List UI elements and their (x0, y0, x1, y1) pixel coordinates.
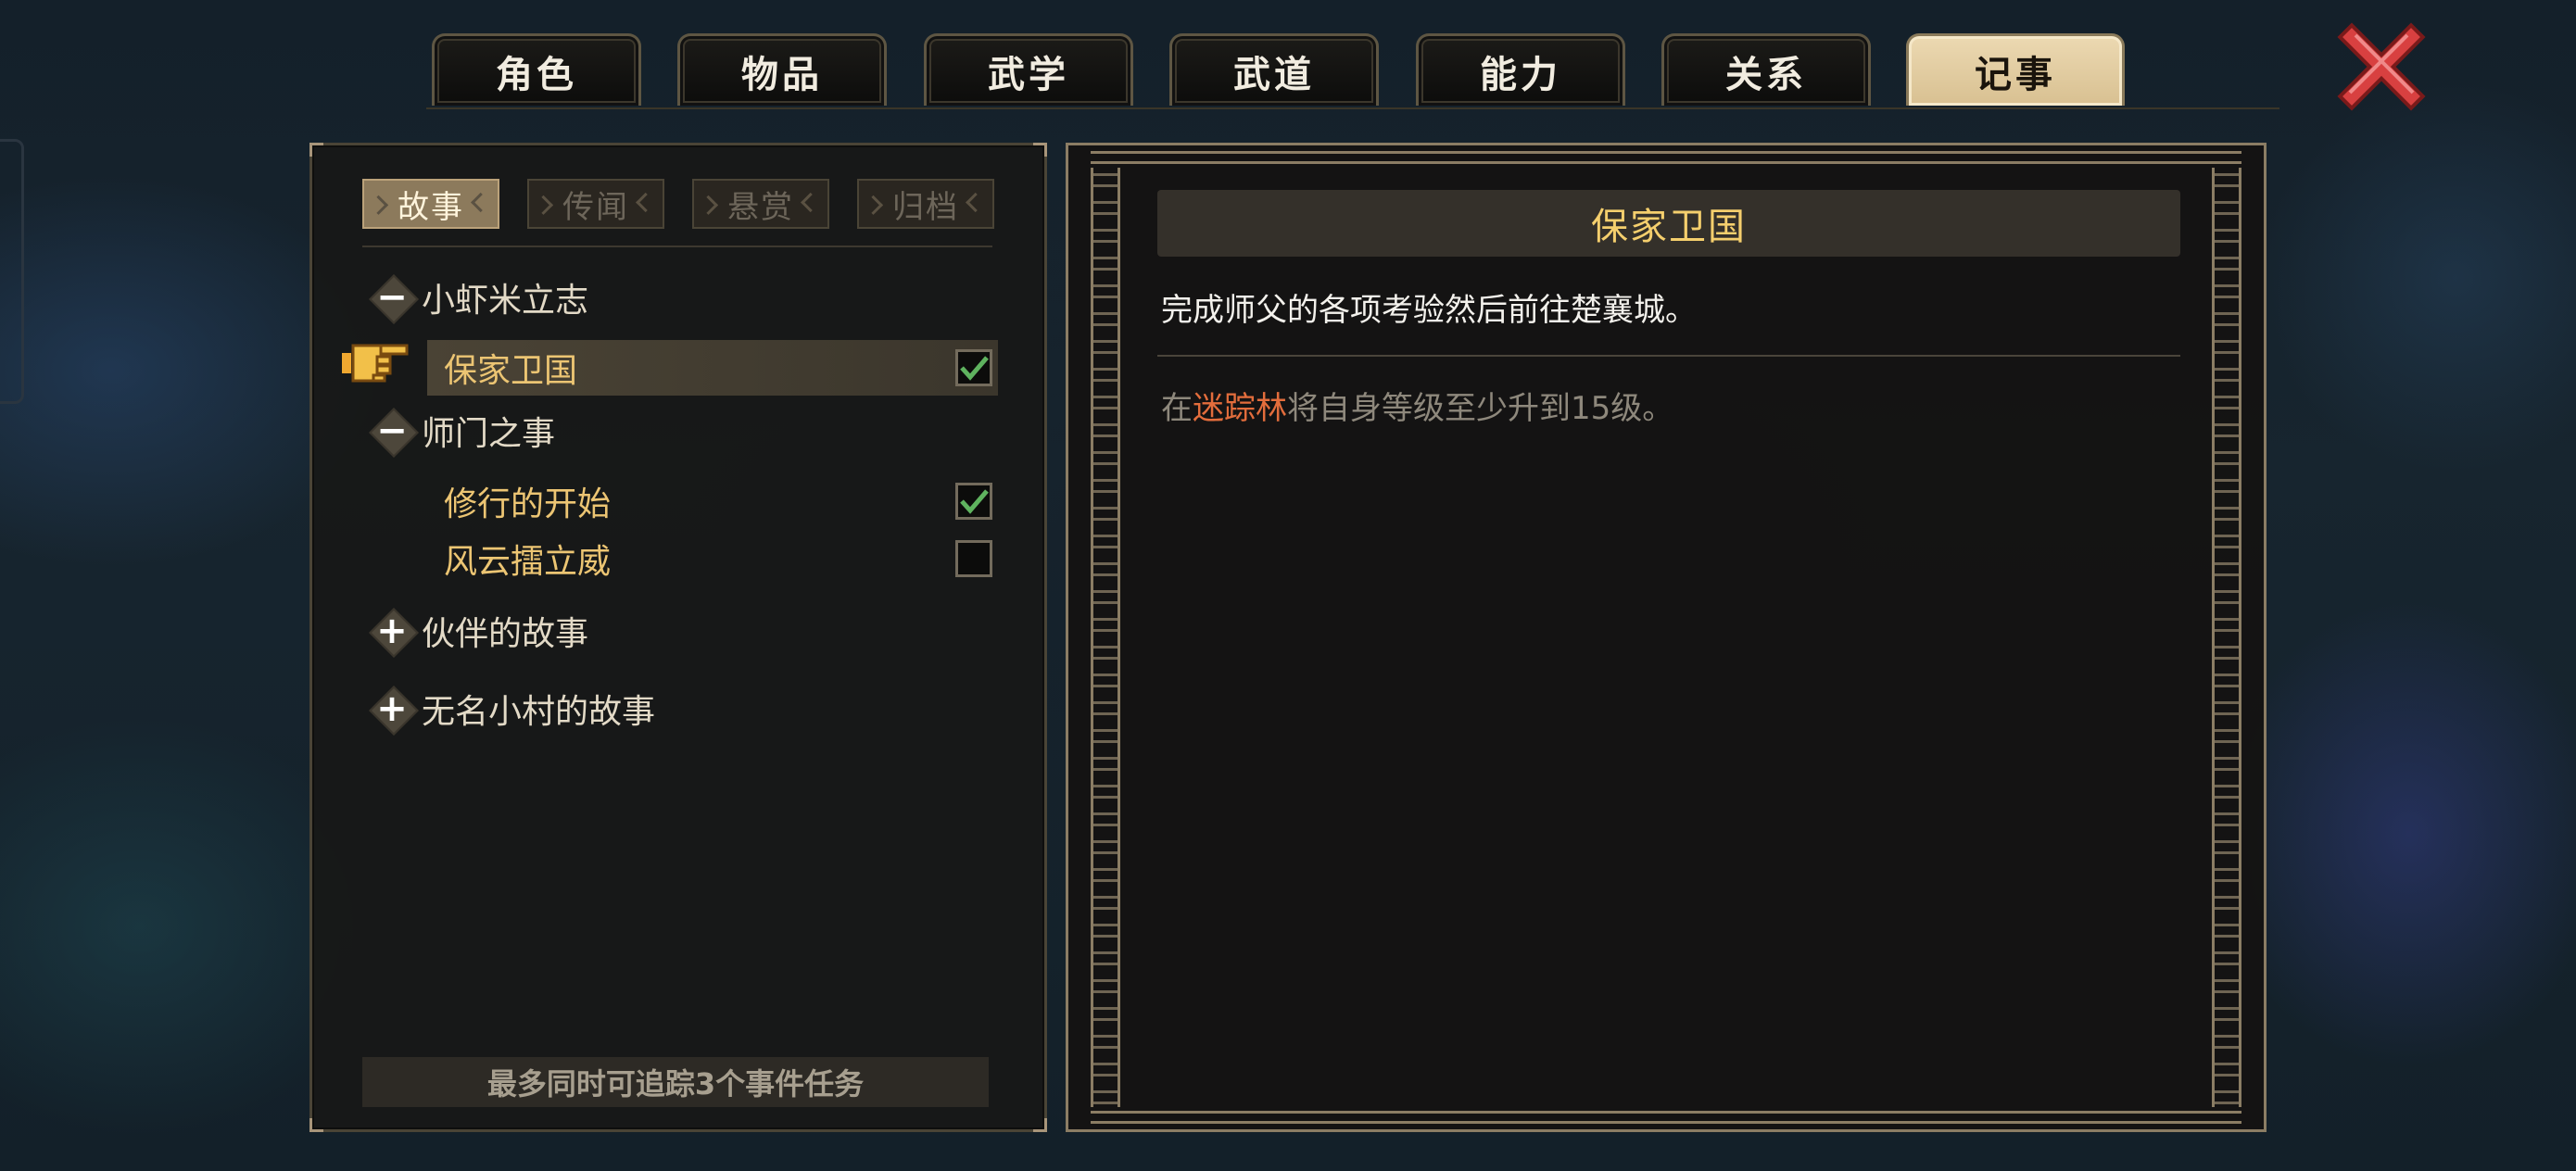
track-checkbox[interactable] (955, 349, 992, 386)
collapse-icon[interactable]: − (368, 273, 416, 321)
quest-group-label: 小虾米立志 (422, 282, 589, 320)
pointing-hand-icon (342, 344, 409, 383)
objective-suffix: 将自身等级至少升到15级。 (1287, 390, 1674, 427)
tab-abilities[interactable]: 能力 (1416, 33, 1625, 106)
track-checkbox[interactable] (955, 540, 992, 577)
panel-corner (309, 1118, 323, 1132)
quest-title: 保家卫国 (1157, 190, 2180, 257)
close-x-icon (2337, 22, 2426, 111)
track-limit-notice: 最多同时可追踪3个事件任务 (362, 1057, 989, 1107)
quest-group-header[interactable]: + 无名小村的故事 (368, 685, 655, 733)
subtab-divider (362, 246, 992, 247)
quest-label: 风云擂立威 (444, 543, 612, 581)
quest-list-panel: 故事 传闻 悬赏 归档 − 小虾米立志 保家卫国 − 师门之事 修行的开始 风云… (309, 143, 1047, 1132)
quest-item[interactable]: 修行的开始 (427, 473, 998, 529)
quest-group-header[interactable]: + 伙伴的故事 (368, 607, 588, 655)
tab-relations[interactable]: 关系 (1661, 33, 1871, 106)
expand-icon[interactable]: + (368, 685, 416, 733)
tab-journal[interactable]: 记事 (1906, 33, 2125, 106)
checkmark-icon (960, 356, 989, 381)
quest-detail-panel: 保家卫国 完成师父的各项考验然后前往楚襄城。 在迷踪林将自身等级至少升到15级。 (1066, 143, 2267, 1132)
tab-martial-arts[interactable]: 武学 (924, 33, 1133, 106)
fret-border-bottom (1091, 1111, 2241, 1124)
subtab-archive[interactable]: 归档 (857, 179, 994, 229)
left-edge-handle (0, 139, 24, 404)
fret-border-left (1091, 168, 1120, 1107)
track-checkbox[interactable] (955, 483, 992, 520)
fret-border-right (2212, 168, 2241, 1107)
expand-icon[interactable]: + (368, 607, 416, 655)
quest-objective: 在迷踪林将自身等级至少升到15级。 (1161, 383, 1673, 428)
fret-border-top (1091, 151, 2241, 164)
quest-group-label: 伙伴的故事 (422, 615, 589, 653)
quest-group-header[interactable]: − 小虾米立志 (368, 273, 588, 321)
panel-corner (1033, 1118, 1047, 1132)
checkmark-icon (960, 489, 989, 514)
quest-item-selected[interactable]: 保家卫国 (427, 340, 998, 396)
collapse-icon[interactable]: − (368, 407, 416, 455)
tab-bar-divider (426, 107, 2279, 109)
subtab-story[interactable]: 故事 (362, 179, 499, 229)
detail-divider (1157, 355, 2180, 357)
quest-label: 修行的开始 (444, 485, 612, 523)
tab-character[interactable]: 角色 (432, 33, 641, 106)
subtab-rumors[interactable]: 传闻 (527, 179, 664, 229)
quest-description: 完成师父的各项考验然后前往楚襄城。 (1161, 292, 1697, 329)
subtab-bounty[interactable]: 悬赏 (692, 179, 829, 229)
quest-group-label: 无名小村的故事 (422, 693, 656, 731)
quest-group-label: 师门之事 (422, 415, 556, 453)
panel-corner (309, 143, 323, 157)
close-button[interactable] (2335, 20, 2428, 113)
quest-group-header[interactable]: − 师门之事 (368, 407, 555, 455)
tab-items[interactable]: 物品 (677, 33, 887, 106)
quest-label: 保家卫国 (444, 352, 578, 390)
quest-item[interactable]: 风云擂立威 (427, 531, 998, 586)
panel-corner (1033, 143, 1047, 157)
objective-prefix: 在 (1161, 390, 1193, 427)
tab-martial-way[interactable]: 武道 (1169, 33, 1379, 106)
objective-location[interactable]: 迷踪林 (1193, 390, 1287, 427)
